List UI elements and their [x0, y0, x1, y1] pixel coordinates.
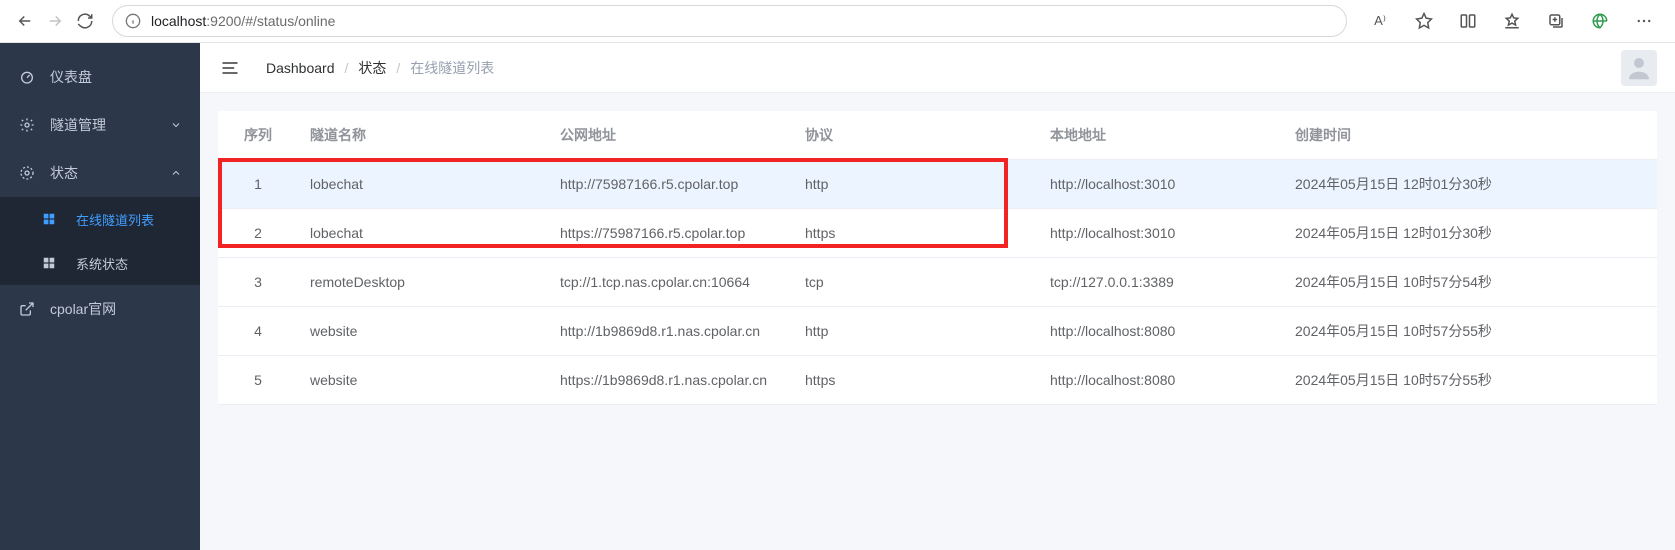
- sidebar: 仪表盘 隧道管理 状态 在线隧道列表 系统状态 cpolar官网: [0, 43, 200, 550]
- cell-created: 2024年05月15日 10时57分54秒: [1283, 258, 1657, 307]
- breadcrumb-item[interactable]: Dashboard: [266, 60, 335, 76]
- th-created: 创建时间: [1283, 111, 1657, 160]
- cell-url: tcp://1.tcp.nas.cpolar.cn:10664: [548, 258, 793, 307]
- sidebar-item-cpolar-site[interactable]: cpolar官网: [0, 285, 200, 333]
- th-name: 隧道名称: [298, 111, 548, 160]
- cell-proto: https: [793, 209, 1038, 258]
- forward-button[interactable]: [40, 6, 70, 36]
- tunnel-table: 序列 隧道名称 公网地址 协议 本地地址 创建时间 1lobechathttp:…: [218, 111, 1657, 405]
- chevron-down-icon: [170, 119, 182, 131]
- cell-url: https://75987166.r5.cpolar.top: [548, 209, 793, 258]
- th-proto: 协议: [793, 111, 1038, 160]
- breadcrumb: Dashboard / 状态 / 在线隧道列表: [266, 58, 494, 78]
- extensions-icon[interactable]: [1585, 6, 1615, 36]
- th-url: 公网地址: [548, 111, 793, 160]
- cell-local: http://localhost:8080: [1038, 356, 1283, 405]
- sidebar-item-label: 在线隧道列表: [76, 210, 182, 229]
- gear-icon: [18, 116, 36, 134]
- status-icon: [18, 164, 36, 182]
- split-screen-icon[interactable]: [1453, 6, 1483, 36]
- cell-name: remoteDesktop: [298, 258, 548, 307]
- cell-name: website: [298, 307, 548, 356]
- sidebar-item-label: 状态: [50, 163, 170, 183]
- table-header-row: 序列 隧道名称 公网地址 协议 本地地址 创建时间: [218, 111, 1657, 160]
- sidebar-item-label: 隧道管理: [50, 115, 170, 135]
- read-aloud-icon[interactable]: A⁾: [1365, 6, 1395, 36]
- cell-created: 2024年05月15日 10时57分55秒: [1283, 356, 1657, 405]
- cell-url: http://1b9869d8.r1.nas.cpolar.cn: [548, 307, 793, 356]
- browser-toolbar: localhost:9200/#/status/online A⁾: [0, 0, 1675, 43]
- cell-created: 2024年05月15日 12时01分30秒: [1283, 209, 1657, 258]
- dashboard-icon: [18, 68, 36, 86]
- sidebar-item-label: cpolar官网: [50, 299, 182, 319]
- grid-icon: [40, 210, 58, 228]
- cell-created: 2024年05月15日 12时01分30秒: [1283, 160, 1657, 209]
- sidebar-item-tunnel-mgmt[interactable]: 隧道管理: [0, 101, 200, 149]
- cell-local: tcp://127.0.0.1:3389: [1038, 258, 1283, 307]
- sidebar-item-system-status[interactable]: 系统状态: [0, 241, 200, 285]
- cell-proto: https: [793, 356, 1038, 405]
- sidebar-submenu-status: 在线隧道列表 系统状态: [0, 197, 200, 285]
- table-row[interactable]: 5websitehttps://1b9869d8.r1.nas.cpolar.c…: [218, 356, 1657, 405]
- th-index: 序列: [218, 111, 298, 160]
- cell-local: http://localhost:8080: [1038, 307, 1283, 356]
- cell-index: 1: [218, 160, 298, 209]
- chevron-up-icon: [170, 167, 182, 179]
- tunnel-table-card: 序列 隧道名称 公网地址 协议 本地地址 创建时间 1lobechathttp:…: [218, 111, 1657, 405]
- table-row[interactable]: 4websitehttp://1b9869d8.r1.nas.cpolar.cn…: [218, 307, 1657, 356]
- cell-index: 3: [218, 258, 298, 307]
- main-area: Dashboard / 状态 / 在线隧道列表 序列 隧道名称 公网地址: [200, 43, 1675, 550]
- breadcrumb-separator: /: [396, 60, 400, 76]
- back-button[interactable]: [10, 6, 40, 36]
- cell-created: 2024年05月15日 10时57分55秒: [1283, 307, 1657, 356]
- avatar[interactable]: [1621, 50, 1657, 86]
- cell-url: https://1b9869d8.r1.nas.cpolar.cn: [548, 356, 793, 405]
- table-row[interactable]: 1lobechathttp://75987166.r5.cpolar.topht…: [218, 160, 1657, 209]
- refresh-button[interactable]: [70, 6, 100, 36]
- external-link-icon: [18, 300, 36, 318]
- cell-name: lobechat: [298, 209, 548, 258]
- cell-name: lobechat: [298, 160, 548, 209]
- sidebar-item-status[interactable]: 状态: [0, 149, 200, 197]
- favorite-icon[interactable]: [1409, 6, 1439, 36]
- table-row[interactable]: 2lobechathttps://75987166.r5.cpolar.toph…: [218, 209, 1657, 258]
- cell-index: 5: [218, 356, 298, 405]
- table-row[interactable]: 3remoteDesktoptcp://1.tcp.nas.cpolar.cn:…: [218, 258, 1657, 307]
- topbar: Dashboard / 状态 / 在线隧道列表: [200, 43, 1675, 93]
- content: 序列 隧道名称 公网地址 协议 本地地址 创建时间 1lobechathttp:…: [200, 93, 1675, 423]
- menu-icon[interactable]: [1629, 6, 1659, 36]
- breadcrumb-separator: /: [345, 60, 349, 76]
- sidebar-item-label: 仪表盘: [50, 67, 182, 87]
- cell-index: 2: [218, 209, 298, 258]
- hamburger-icon[interactable]: [218, 56, 242, 80]
- favorites-bar-icon[interactable]: [1497, 6, 1527, 36]
- sidebar-item-dashboard[interactable]: 仪表盘: [0, 53, 200, 101]
- url-text: localhost:9200/#/status/online: [151, 13, 335, 29]
- cell-proto: http: [793, 307, 1038, 356]
- breadcrumb-item: 在线隧道列表: [410, 58, 494, 78]
- browser-actions: A⁾: [1365, 6, 1659, 36]
- cell-local: http://localhost:3010: [1038, 209, 1283, 258]
- cell-name: website: [298, 356, 548, 405]
- site-info-icon[interactable]: [125, 13, 141, 29]
- cell-index: 4: [218, 307, 298, 356]
- address-bar[interactable]: localhost:9200/#/status/online: [112, 5, 1347, 37]
- breadcrumb-item[interactable]: 状态: [358, 58, 386, 78]
- sidebar-item-label: 系统状态: [76, 254, 182, 273]
- cell-url: http://75987166.r5.cpolar.top: [548, 160, 793, 209]
- cell-local: http://localhost:3010: [1038, 160, 1283, 209]
- sidebar-item-online-list[interactable]: 在线隧道列表: [0, 197, 200, 241]
- cell-proto: http: [793, 160, 1038, 209]
- th-local: 本地地址: [1038, 111, 1283, 160]
- grid-icon: [40, 254, 58, 272]
- collections-icon[interactable]: [1541, 6, 1571, 36]
- cell-proto: tcp: [793, 258, 1038, 307]
